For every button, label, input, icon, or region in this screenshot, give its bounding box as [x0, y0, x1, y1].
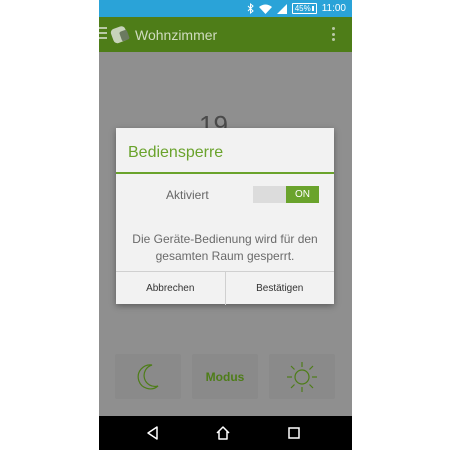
bluetooth-icon [247, 3, 254, 14]
battery-level: 45% [294, 4, 311, 13]
battery-tip [311, 6, 314, 11]
status-icons: 45% 11:00 [247, 2, 346, 15]
home-icon[interactable] [215, 425, 231, 441]
lock-dialog: Bediensperre Aktiviert ON Die Geräte-Bed… [116, 128, 334, 305]
moon-icon [137, 363, 159, 389]
confirm-button[interactable]: Bestätigen [224, 272, 335, 305]
dialog-title: Bediensperre [128, 144, 224, 161]
phone-screen: 45% 11:00 Wohnzimmer 19 Modus Bediensper… [99, 0, 352, 450]
thermostat-logo-icon[interactable] [109, 24, 131, 46]
modus-button[interactable]: Modus [192, 354, 258, 399]
day-mode-button[interactable] [269, 354, 335, 399]
clock: 11:00 [321, 3, 346, 14]
switch-label: Aktiviert [166, 188, 209, 202]
dialog-button-row: Abbrechen Bestätigen [116, 271, 334, 305]
app-bar: Wohnzimmer [99, 17, 352, 52]
signal-icon [276, 3, 287, 14]
dialog-message-line-2: gesamten Raum gesperrt. [155, 249, 295, 263]
lock-toggle[interactable]: ON [253, 186, 319, 203]
navigation-bar [99, 416, 352, 450]
cancel-button[interactable]: Abbrechen [116, 272, 225, 305]
menu-icon[interactable] [99, 27, 107, 39]
overflow-menu-icon[interactable] [332, 27, 336, 41]
night-mode-button[interactable] [115, 354, 181, 399]
toggle-on-state: ON [286, 186, 319, 203]
dialog-message: Die Geräte-Bedienung wird für den gesamt… [124, 231, 326, 265]
dialog-message-line-1: Die Geräte-Bedienung wird für den [132, 232, 318, 246]
recents-icon[interactable] [286, 425, 302, 441]
dialog-divider [116, 172, 334, 174]
back-icon[interactable] [145, 425, 161, 441]
room-title: Wohnzimmer [135, 27, 218, 43]
status-bar: 45% 11:00 [99, 0, 352, 17]
battery-icon: 45% [291, 3, 317, 14]
wifi-icon [258, 4, 272, 14]
sun-icon [287, 361, 317, 392]
